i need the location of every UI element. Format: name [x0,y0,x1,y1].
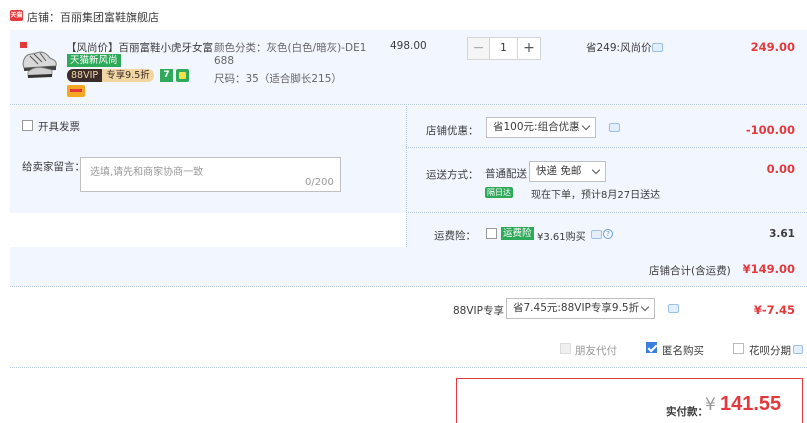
divider [406,147,807,148]
shipping-amount: 0.00 [766,162,795,176]
seller-message-label: 给卖家留言： [22,161,85,173]
shop-total-amount: ¥149.00 [742,262,795,276]
invoice-checkbox[interactable] [22,120,33,131]
insurance-badge: 运费险 [501,227,534,240]
invoice-label[interactable]: 开具发票 [38,119,80,134]
chat-icon[interactable] [668,304,679,313]
gift-service-icon [176,69,189,82]
seller-message-counter: 0/200 [305,177,334,188]
payment-amount: 141.55 [720,393,782,415]
insurance-price: ¥3.61购买 [537,232,586,243]
vip-tag-left: 88VIP [67,69,103,82]
anonymous-purchase-label[interactable]: 匿名购买 [662,343,704,358]
divider [406,212,807,213]
chat-icon[interactable] [609,123,620,132]
tmall-shop-logo: 天猫 [10,10,23,21]
help-icon[interactable]: ? [603,229,613,239]
chat-icon[interactable] [652,43,663,52]
vip-discount-value: 省7.45元:88VIP专享9.5折 [513,302,640,314]
item-saving-label: 省249:风尚价 [586,42,652,54]
item-subtotal: 249.00 [750,40,795,54]
sku-color: 颜色分类：灰色(白色/暗灰)-DE1 [214,42,367,54]
insurance-checkbox[interactable] [486,228,497,239]
vip-tag-right: 专享9.5折 [102,69,154,82]
chat-icon[interactable] [793,345,803,354]
shop-discount-value: 省100元:组合优惠 [493,121,580,133]
huabei-installment-checkbox[interactable] [733,343,744,354]
panel-divider [406,106,407,247]
chevron-down-icon [581,121,591,131]
product-title-link[interactable]: 【风尚价】百丽富鞋小虎牙女富... [66,40,214,55]
friend-pay-label[interactable]: 朋友代付 [575,343,617,358]
shipping-label: 运送方式： [426,169,479,181]
payment-label: 实付款： [666,406,708,418]
shop-discount-label: 店铺优惠： [426,125,479,137]
shop-total-label: 店铺合计(含运费) [649,265,731,277]
vip-discount-select[interactable]: 省7.45元:88VIP专享9.5折 [506,298,655,319]
shipping-type: 普通配送 [485,168,527,180]
anonymous-purchase-checkbox[interactable] [646,342,657,353]
huabei-installment-label[interactable]: 花呗分期 [749,343,791,358]
sku-color-cont: 688 [214,55,235,67]
product-thumbnail[interactable] [20,42,58,78]
divider [10,367,807,368]
payment-currency: ¥ [705,395,716,415]
vip-discount-tag: 88VIP 专享9.5折 [67,69,154,82]
shop-discount-select[interactable]: 省100元:组合优惠 [486,117,596,138]
seller-message-placeholder: 选填,请先和商家协商一致 [90,167,204,178]
chevron-down-icon [591,165,601,175]
insurance-amount: 3.61 [769,228,795,240]
sku-size: 尺码：35（适合脚长215） [214,73,342,85]
credit-card-icon [67,85,85,97]
quantity-input[interactable]: 1 [489,37,518,60]
chat-icon[interactable] [591,230,602,239]
shipping-method-value: 快递 免邮 [536,165,582,177]
delivery-estimate: 现在下单，预计8月27日送达 [531,190,661,201]
tmall-new-style-badge: 天猫新风尚 [67,54,121,67]
shop-discount-amount: -100.00 [745,123,795,137]
chevron-down-icon [640,302,650,312]
quantity-increase-button[interactable]: + [517,37,541,60]
seven-day-return-icon: 7 [160,69,173,82]
unit-price: 498.00 [390,40,427,52]
insurance-label: 运费险： [434,230,476,242]
shop-name[interactable]: 店铺：百丽集团富鞋旗舰店 [27,9,159,25]
next-day-delivery-badge: 隔日达 [485,187,513,198]
vip-discount-label: 88VIP专享 [453,305,504,317]
quantity-decrease-button[interactable]: − [467,37,490,60]
friend-pay-checkbox[interactable] [560,343,571,354]
vip-discount-amount: ¥-7.45 [753,303,795,317]
shipping-method-select[interactable]: 快递 免邮 [529,161,606,182]
